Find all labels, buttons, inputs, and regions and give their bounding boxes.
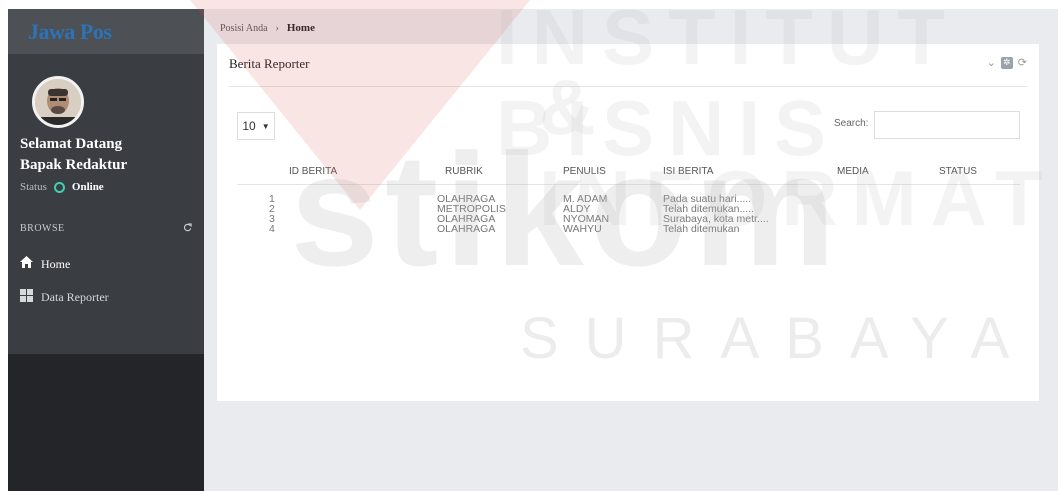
brand-logo[interactable]: Jawa Pos — [28, 19, 112, 45]
avatar — [32, 76, 84, 128]
cell-penulis: WAHYU — [563, 223, 602, 235]
status-label: Status — [20, 181, 47, 193]
sidebar-lower-area — [8, 354, 204, 491]
browse-label: BROWSE — [20, 223, 65, 234]
home-icon — [20, 256, 33, 272]
column-header-media[interactable]: MEDIA — [813, 166, 939, 185]
sidebar-item-home[interactable]: Home — [20, 256, 70, 272]
greeting-line2: Bapak Redaktur — [20, 157, 128, 173]
search-input[interactable] — [874, 111, 1020, 139]
column-header-status[interactable]: STATUS — [939, 166, 1020, 185]
brand-bar[interactable]: Jawa Pos — [8, 9, 204, 54]
sidebar-item-label: Home — [41, 256, 71, 271]
caret-down-icon: ▼ — [261, 121, 270, 131]
cell-rubrik: OLAHRAGA — [437, 193, 496, 205]
column-header-id[interactable]: ID BERITA — [237, 166, 437, 185]
refresh-icon[interactable] — [183, 223, 192, 235]
cell-media — [813, 204, 939, 214]
cell-status — [939, 214, 1020, 224]
user-avatar-icon — [35, 79, 81, 125]
search-label: Search: — [834, 118, 869, 129]
breadcrumb-prefix: Posisi Anda — [220, 22, 268, 34]
page-length-select[interactable]: 10 ▼ — [237, 112, 275, 140]
table-row[interactable]: 4 OLAHRAGA WAHYU Telah ditemukan — [237, 223, 1020, 235]
cell-isi: Telah ditemukan — [663, 223, 740, 235]
sidebar: Jawa Pos Selamat Datang Bapak Redaktur S… — [8, 9, 204, 491]
table-row[interactable]: 1 OLAHRAGA M. ADAM Pada suatu hari..... — [237, 185, 1020, 205]
cell-id: 4 — [269, 223, 275, 235]
cell-rubrik: OLAHRAGA — [437, 223, 496, 235]
page-length-value: 10 — [242, 119, 256, 133]
news-table: ID BERITA RUBRIK PENULIS ISI BERITA MEDI… — [237, 166, 1020, 234]
breadcrumb: Posisi Anda › Home — [220, 22, 315, 34]
cell-id: 3 — [269, 213, 275, 225]
column-header-isi[interactable]: ISI BERITA — [663, 166, 813, 185]
cell-media — [813, 185, 939, 205]
greeting: Selamat Datang Bapak Redaktur — [20, 134, 127, 176]
greeting-line1: Selamat Datang — [20, 136, 123, 152]
cell-media — [813, 224, 939, 234]
table-row[interactable]: 3 OLAHRAGA NYOMAN Surabaya, kota metr...… — [237, 213, 1020, 225]
online-dot-icon — [53, 181, 65, 193]
breadcrumb-current[interactable]: Home — [287, 22, 315, 34]
cell-isi: Pada suatu hari..... — [663, 193, 752, 205]
cell-id: 1 — [269, 193, 275, 205]
table-row[interactable]: 2 METROPOLIS ALDY Telah ditemukan..... — [237, 203, 1020, 215]
cell-id: 2 — [269, 203, 275, 215]
panel-title: Berita Reporter — [229, 56, 310, 71]
grid-icon — [20, 289, 33, 306]
cell-penulis: M. ADAM — [563, 193, 608, 205]
status-value: Online — [71, 181, 104, 193]
cell-status — [939, 224, 1020, 234]
cell-status — [939, 185, 1020, 205]
cell-media — [813, 214, 939, 224]
gear-icon[interactable]: ✲ — [1000, 56, 1013, 69]
table-header-row: ID BERITA RUBRIK PENULIS ISI BERITA MEDI… — [237, 166, 1020, 185]
panel-tools: ⌄ ✲ ⟳ — [987, 56, 1027, 69]
cell-status — [939, 204, 1020, 214]
user-status: Status Online — [20, 181, 104, 193]
column-header-rubrik[interactable]: RUBRIK — [437, 166, 563, 185]
collapse-chevron-icon[interactable]: ⌄ — [987, 56, 996, 69]
panel-header: Berita Reporter ⌄ ✲ ⟳ — [229, 56, 1027, 87]
browse-header: BROWSE — [20, 223, 192, 235]
breadcrumb-separator-icon: › — [275, 22, 279, 34]
refresh-icon[interactable]: ⟳ — [1018, 56, 1027, 69]
sidebar-item-label: Data Reporter — [41, 290, 109, 304]
column-header-penulis[interactable]: PENULIS — [563, 166, 663, 185]
sidebar-item-data-reporter[interactable]: Data Reporter — [20, 289, 109, 306]
